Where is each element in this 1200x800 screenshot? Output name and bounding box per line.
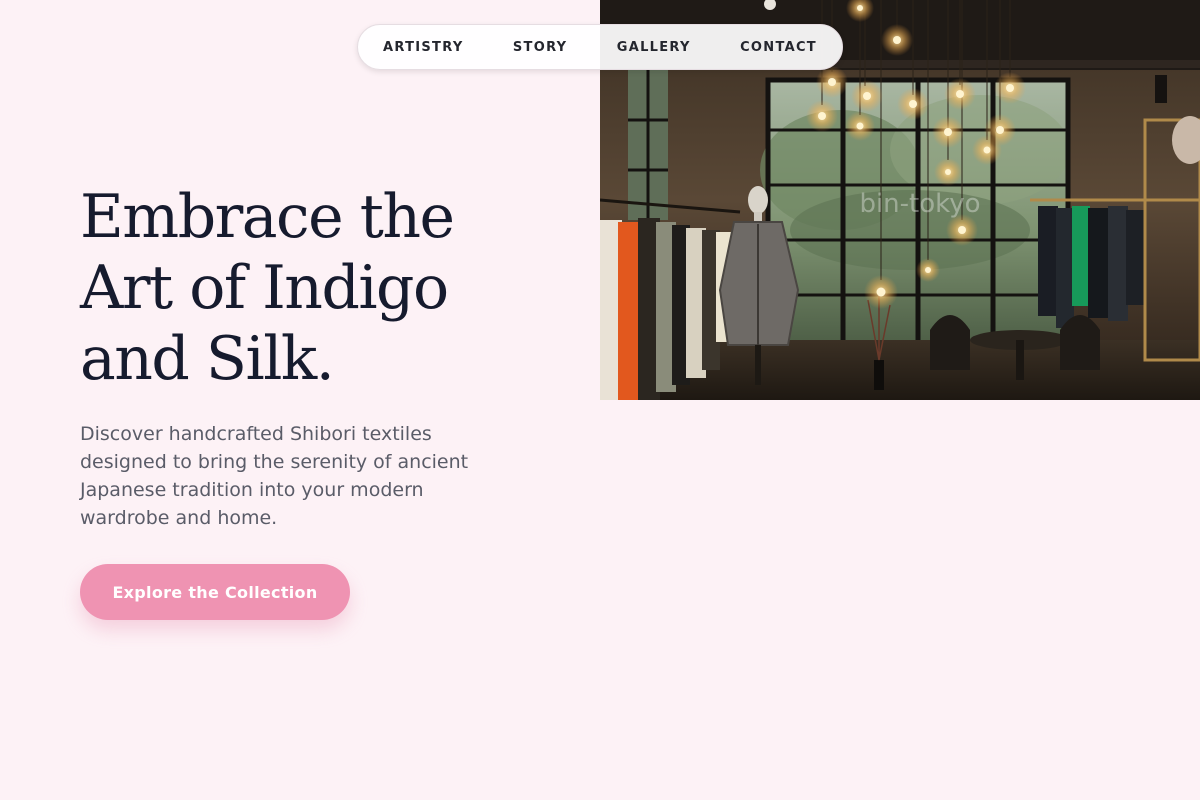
hero-headline: Embrace the Art of Indigo and Silk. bbox=[80, 182, 455, 394]
top-navigation: ARTISTRY STORY GALLERY CONTACT bbox=[357, 24, 843, 70]
nav-link-artistry[interactable]: ARTISTRY bbox=[383, 40, 464, 55]
nav-link-gallery[interactable]: GALLERY bbox=[617, 40, 691, 55]
explore-collection-button[interactable]: Explore the Collection bbox=[80, 564, 350, 620]
hero-description: Discover handcrafted Shibori textiles de… bbox=[80, 423, 469, 529]
nav-link-story[interactable]: STORY bbox=[513, 40, 568, 55]
image-watermark: bin-tokyo bbox=[859, 189, 980, 219]
nav-link-contact[interactable]: CONTACT bbox=[740, 40, 817, 55]
